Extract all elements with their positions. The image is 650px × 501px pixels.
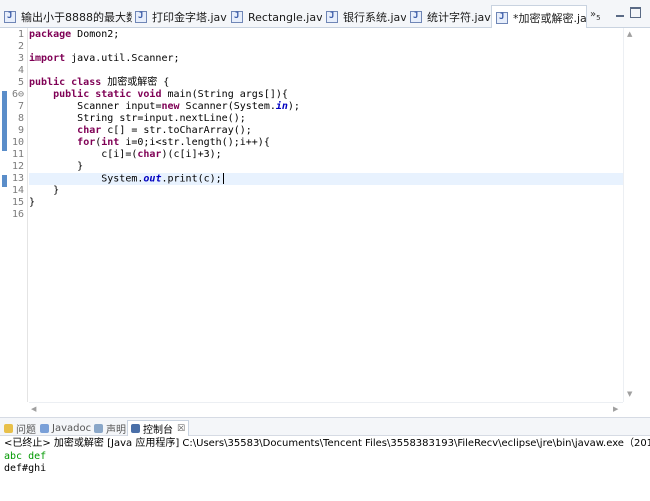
problems-icon	[4, 423, 13, 433]
code-editor[interactable]: 1 2 3 4 5 6⊖ 7 8 9 10 11 12 13 14 15 16 …	[0, 28, 650, 418]
declaration-icon	[94, 423, 103, 433]
vertical-scrollbar[interactable]: ▲ ▼	[623, 28, 638, 402]
tab-label: 打印金字塔.java	[152, 11, 227, 24]
tab-label: 声明	[106, 424, 126, 436]
tab-count-chars[interactable]: 统计字符.java	[406, 6, 492, 28]
tab-label: 问题	[16, 424, 36, 436]
code-line: public class 加密或解密 {	[29, 77, 170, 88]
code-line: public static void main(String args[]){	[53, 89, 288, 100]
code-line: c[i]=(char)(c[i]+3);	[101, 149, 222, 160]
java-file-icon	[410, 11, 422, 23]
tab-max-less-than-8888[interactable]: 输出小于8888的最大数...	[0, 6, 132, 28]
line-number: 10	[11, 137, 24, 148]
tab-label: Javadoc	[52, 422, 92, 434]
tab-javadoc[interactable]: Javadoc	[40, 421, 91, 435]
line-number: 4	[17, 65, 24, 76]
editor-tab-bar: 输出小于8888的最大数... 打印金字塔.java Rectangle.jav…	[0, 0, 650, 29]
code-text-area[interactable]: package Domon2; import java.util.Scanner…	[29, 28, 623, 402]
bottom-panel-tabs: 问题 Javadoc 声明 控制台 ☒	[0, 418, 650, 436]
line-number: 2	[17, 41, 24, 52]
line-number: 14	[11, 185, 24, 196]
tab-label: 统计字符.java	[427, 11, 492, 24]
code-line: char c[] = str.toCharArray();	[77, 125, 252, 136]
horizontal-scrollbar[interactable]: ◀ ▶	[29, 402, 623, 415]
code-line: String str=input.nextLine();	[77, 113, 246, 124]
text-cursor	[222, 173, 224, 184]
tab-encrypt-decrypt[interactable]: *加密或解密.java ☒	[491, 5, 587, 29]
console-icon	[131, 424, 140, 433]
line-number: 15	[11, 197, 24, 208]
code-line: }	[29, 197, 36, 208]
code-line: package Domon2;	[29, 29, 120, 40]
line-number: 8	[17, 113, 24, 124]
tab-label: 输出小于8888的最大数...	[21, 11, 132, 24]
tab-rectangle[interactable]: Rectangle.java	[227, 6, 322, 28]
scroll-left-icon[interactable]: ◀	[31, 405, 36, 413]
overflow-count: 5	[596, 14, 601, 22]
javadoc-icon	[40, 423, 49, 433]
tab-label: 银行系统.java	[343, 11, 406, 24]
java-file-icon	[496, 11, 508, 24]
scroll-right-icon[interactable]: ▶	[613, 405, 618, 413]
code-line: }	[77, 161, 84, 172]
change-marker	[2, 175, 7, 187]
console-input-line: abc def	[4, 451, 47, 462]
code-line: for(int i=0;i<str.length();i++){	[77, 137, 270, 148]
code-line: }	[53, 185, 60, 196]
current-code-line: System.out.print(c);	[29, 173, 623, 185]
line-number: 13	[11, 173, 24, 184]
change-marker	[2, 91, 7, 151]
scroll-down-icon[interactable]: ▼	[627, 390, 632, 398]
java-file-icon	[135, 11, 147, 23]
console-output[interactable]: <已终止> 加密或解密 [Java 应用程序] C:\Users\35583\D…	[0, 436, 650, 501]
tab-label: *加密或解密.java	[513, 11, 587, 25]
tab-overflow-button[interactable]: »5	[590, 9, 601, 22]
console-header: <已终止> 加密或解密 [Java 应用程序] C:\Users\35583\D…	[4, 438, 650, 449]
code-line: Scanner input=new Scanner(System.in);	[77, 101, 300, 112]
line-number[interactable]: 6⊖	[8, 89, 24, 101]
line-number: 1	[17, 29, 24, 40]
line-number: 12	[11, 161, 24, 172]
tab-console[interactable]: 控制台 ☒	[127, 420, 190, 436]
tab-label: Rectangle.java	[248, 10, 322, 24]
console-output-line: def#ghi	[4, 463, 47, 474]
tab-declaration[interactable]: 声明	[94, 421, 126, 436]
line-number: 9	[17, 125, 24, 136]
minimize-icon[interactable]	[615, 7, 626, 18]
java-file-icon	[231, 11, 243, 23]
line-number: 3	[17, 53, 24, 64]
line-number: 11	[11, 149, 24, 160]
close-tab-icon[interactable]: ☒	[177, 424, 185, 434]
maximize-icon[interactable]	[630, 7, 641, 18]
line-number: 5	[17, 77, 24, 88]
line-number: 16	[11, 209, 24, 220]
tab-bank-system[interactable]: 银行系统.java	[322, 6, 406, 28]
java-file-icon	[4, 11, 16, 23]
tab-print-pyramid[interactable]: 打印金字塔.java	[131, 6, 227, 28]
line-number-gutter: 1 2 3 4 5 6⊖ 7 8 9 10 11 12 13 14 15 16	[0, 28, 28, 402]
line-number: 7	[17, 101, 24, 112]
java-file-icon	[326, 11, 338, 23]
scroll-up-icon[interactable]: ▲	[627, 30, 632, 38]
code-line: import java.util.Scanner;	[29, 53, 180, 64]
tab-problems[interactable]: 问题	[4, 421, 36, 436]
tab-label: 控制台	[143, 425, 173, 436]
